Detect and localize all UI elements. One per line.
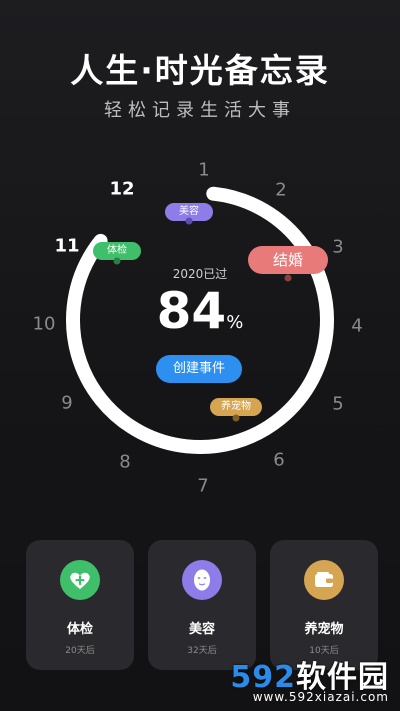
life-clock: 1 2 3 4 5 6 7 8 9 10 11 12 美容 体检 结婚 养宠物 … — [0, 150, 400, 510]
year-elapsed-label: 2020已过 — [172, 267, 228, 281]
hour-label: 5 — [332, 393, 344, 415]
face-mask-icon — [182, 560, 222, 600]
event-tag-pet[interactable]: 养宠物 — [210, 398, 262, 416]
percent-value: 84 — [156, 282, 227, 340]
headline-title: 人生·时光备忘录 — [70, 51, 330, 90]
heart-plus-icon — [60, 560, 100, 600]
hour-label: 3 — [332, 236, 344, 258]
hour-label: 11 — [54, 235, 80, 257]
hour-label: 8 — [119, 451, 131, 473]
wallet-icon — [304, 560, 344, 600]
event-marker-dot — [113, 257, 121, 265]
card-subtitle: 20天后 — [65, 646, 95, 656]
hour-label: 2 — [275, 179, 287, 201]
hour-label: 9 — [61, 392, 73, 414]
event-marker-dot — [232, 414, 240, 422]
headline-subtitle: 轻松记录生活大事 — [104, 100, 296, 121]
percent-unit: % — [226, 312, 244, 333]
event-card-pet[interactable]: 养宠物 10天后 — [270, 540, 378, 670]
create-event-button[interactable]: 创建事件 — [156, 355, 242, 383]
watermark-url: www.592xiazai.com — [252, 690, 389, 704]
event-cards: 体检 20天后 美容 32天后 养宠物 10天后 — [0, 540, 400, 670]
hour-label: 1 — [198, 159, 210, 181]
card-title: 美容 — [188, 622, 215, 637]
site-watermark: 592软件园 www.592xiazai.com — [205, 652, 395, 708]
hour-label: 7 — [197, 475, 209, 497]
hour-label: 12 — [109, 178, 135, 200]
card-title: 养宠物 — [304, 622, 344, 637]
hour-label: 6 — [273, 449, 285, 471]
event-card-beauty[interactable]: 美容 32天后 — [148, 540, 256, 670]
year-elapsed-percent: 84% — [0, 282, 400, 340]
event-marker-dot — [185, 217, 193, 225]
event-card-checkup[interactable]: 体检 20天后 — [26, 540, 134, 670]
card-title: 体检 — [66, 622, 93, 637]
